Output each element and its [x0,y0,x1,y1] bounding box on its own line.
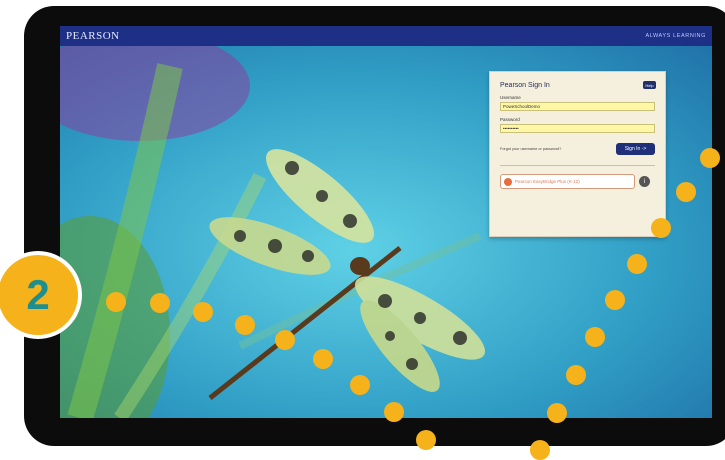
username-field[interactable]: PoweSchoolDemo [500,102,655,111]
partner-label: Pearson EasyBridge Plus (K-12) [515,179,580,184]
sign-in-button[interactable]: Sign In -> [616,143,655,155]
callout-dot [676,182,696,202]
login-panel: Pearson Sign In Help Username PoweSchool… [489,71,666,237]
pearson-logo[interactable]: PEARSON [66,30,120,42]
callout-dot [530,440,550,460]
header-bar: PEARSON ALWAYS LEARNING [60,26,712,46]
password-label: Password [500,117,520,122]
callout-dot [275,330,295,350]
info-icon[interactable]: i [639,176,650,187]
callout-dot [313,349,333,369]
help-button[interactable]: Help [643,81,656,89]
forgot-link[interactable]: Forgot your username or password? [500,147,561,151]
callout-dot [700,148,720,168]
callout-dot [384,402,404,422]
callout-dot [651,218,671,238]
callout-dot [627,254,647,274]
login-title: Pearson Sign In [500,82,550,89]
callout-dot [585,327,605,347]
callout-dot [350,375,370,395]
callout-dot [605,290,625,310]
username-label: Username [500,95,521,100]
password-field[interactable]: •••••••••• [500,124,655,133]
partner-logo-icon [504,177,512,186]
callout-dot [106,292,126,312]
callout-dot [235,315,255,335]
callout-dot [566,365,586,385]
tablet-screen: PEARSON ALWAYS LEARNING Pearson Sign In … [60,26,712,418]
divider [500,165,655,166]
callout-dot [416,430,436,450]
callout-dot [193,302,213,322]
tagline: ALWAYS LEARNING [645,33,706,39]
easybridge-button[interactable]: Pearson EasyBridge Plus (K-12) [500,174,635,189]
callout-dot [150,293,170,313]
step-number: 2 [0,255,78,335]
callout-dot [547,403,567,423]
